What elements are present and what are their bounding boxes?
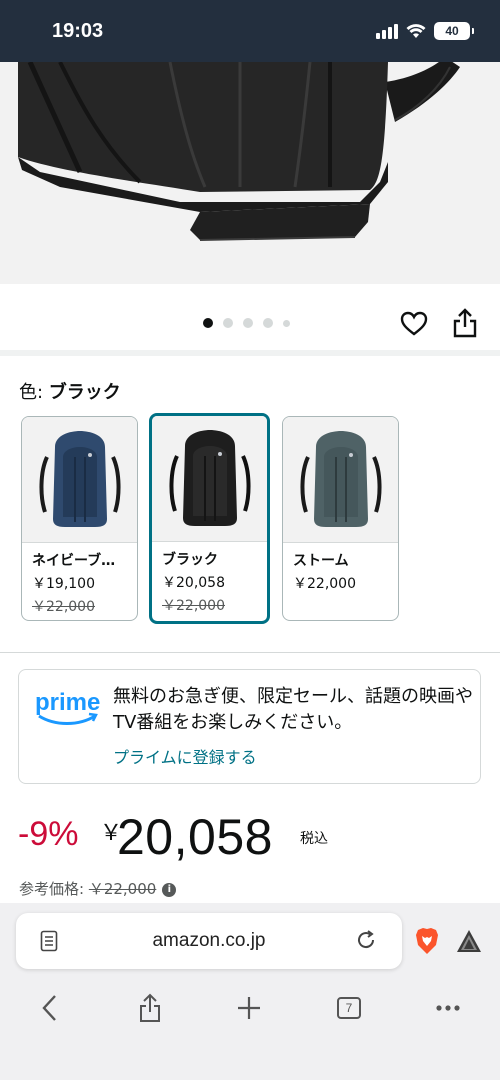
new-tab-button[interactable] <box>229 990 269 1026</box>
selected-color-name: ブラック <box>48 382 121 403</box>
reference-price-value: ￥22,000 <box>88 880 157 898</box>
color-label-prefix: 色: <box>19 382 49 403</box>
backpack-thumbnail <box>169 430 250 526</box>
backpack-image <box>18 62 460 241</box>
price-value: 20,058 <box>117 809 273 865</box>
cellular-signal-icon <box>376 23 398 39</box>
browser-nav-row: 7 <box>0 990 500 1030</box>
swatch-image <box>152 416 267 542</box>
carousel-dot[interactable] <box>203 318 213 328</box>
status-time: 19:03 <box>52 20 104 42</box>
prime-promo-box[interactable]: prime 無料のお急ぎ便、限定セール、話題の映画やTV番組をお楽しみください。… <box>18 669 481 784</box>
discount-percentage: -9% <box>18 815 79 853</box>
reference-price-label: 参考価格: <box>19 880 89 898</box>
product-image-carousel[interactable] <box>0 62 500 284</box>
tab-count: 7 <box>337 997 361 1019</box>
color-label: 色: ブラック <box>19 378 121 404</box>
prime-message: 無料のお急ぎ便、限定セール、話題の映画やTV番組をお楽しみください。 <box>113 686 473 733</box>
section-separator <box>0 350 500 356</box>
swatch-price: ￥20,058 <box>162 575 225 591</box>
status-bar: 19:03 40 <box>0 0 500 62</box>
carousel-dot[interactable] <box>263 318 273 328</box>
prime-signup-link[interactable]: プライムに登録する <box>113 744 257 768</box>
reference-price: 参考価格: ￥22,000 i <box>19 878 177 899</box>
share-icon <box>140 993 160 1022</box>
swatch-price: ￥22,000 <box>293 576 356 592</box>
plus-icon <box>238 997 260 1019</box>
swatch-was-price: ￥22,000 <box>32 599 95 615</box>
svg-text:prime: prime <box>35 689 100 716</box>
section-divider <box>0 652 500 653</box>
swatch-name: ネイビーブ… <box>32 553 116 569</box>
color-option-black[interactable]: ブラック ￥20,058 ￥22,000 <box>149 413 270 624</box>
back-button[interactable] <box>30 990 70 1026</box>
reload-icon[interactable] <box>354 928 378 952</box>
share-button[interactable] <box>130 990 170 1026</box>
more-icon <box>436 1005 460 1011</box>
url-text[interactable]: amazon.co.jp <box>16 930 402 952</box>
tabs-button[interactable]: 7 <box>329 990 369 1026</box>
carousel-dot[interactable] <box>283 319 290 327</box>
swatch-image <box>22 417 137 543</box>
color-option-storm[interactable]: ストーム ￥22,000 <box>282 416 399 621</box>
share-icon[interactable] <box>452 308 478 338</box>
address-bar[interactable]: amazon.co.jp <box>16 913 402 969</box>
status-icons: 40 <box>376 22 474 40</box>
wifi-icon <box>406 24 426 38</box>
brave-shield-icon[interactable] <box>414 927 440 955</box>
swatch-was-price: ￥22,000 <box>162 598 225 614</box>
carousel-dot[interactable] <box>243 318 253 328</box>
swatch-name: ストーム <box>293 553 349 569</box>
backpack-thumbnail <box>39 431 120 527</box>
carousel-dot[interactable] <box>223 318 233 328</box>
tax-label: 税込 <box>300 831 328 847</box>
carousel-dots <box>203 318 290 328</box>
color-option-navy[interactable]: ネイビーブ… ￥19,100 ￥22,000 <box>21 416 138 621</box>
swatch-name: ブラック <box>162 552 218 568</box>
chevron-left-icon <box>42 995 56 1021</box>
more-menu-button[interactable] <box>428 990 468 1026</box>
rewards-triangle-icon[interactable] <box>456 929 482 953</box>
backpack-thumbnail <box>300 431 381 527</box>
prime-logo: prime <box>35 689 100 725</box>
info-icon[interactable]: i <box>162 882 177 897</box>
swatch-price: ￥19,100 <box>32 576 95 592</box>
swatch-image <box>283 417 398 543</box>
heart-icon[interactable] <box>400 310 428 338</box>
battery-indicator: 40 <box>434 22 474 40</box>
